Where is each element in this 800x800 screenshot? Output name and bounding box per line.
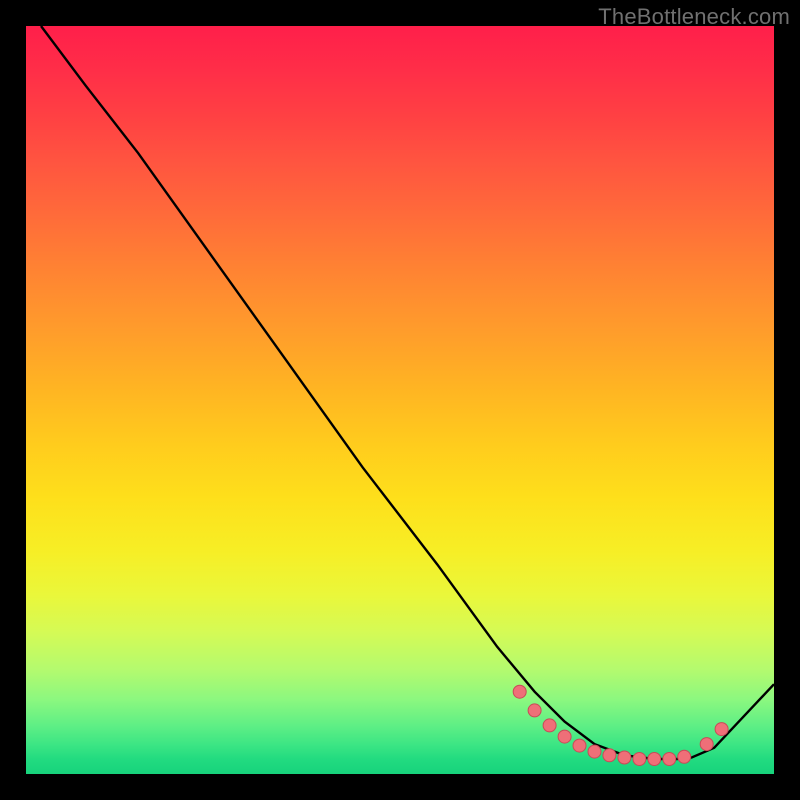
highlight-dot [700, 738, 713, 751]
chart-svg [26, 26, 774, 774]
chart-frame: TheBottleneck.com [0, 0, 800, 800]
highlight-dot [603, 749, 616, 762]
highlight-dot [678, 750, 691, 763]
highlight-dot [633, 753, 646, 766]
highlight-dot [618, 751, 631, 764]
highlight-dot [648, 753, 661, 766]
bottleneck-curve [41, 26, 774, 759]
plot-area [26, 26, 774, 774]
highlight-dot [715, 723, 728, 736]
highlight-dot [588, 745, 601, 758]
watermark-text: TheBottleneck.com [598, 4, 790, 30]
highlight-dot [543, 719, 556, 732]
highlight-dots-group [513, 685, 728, 765]
highlight-dot [528, 704, 541, 717]
highlight-dot [663, 753, 676, 766]
highlight-dot [558, 730, 571, 743]
highlight-dot [513, 685, 526, 698]
highlight-dot [573, 739, 586, 752]
